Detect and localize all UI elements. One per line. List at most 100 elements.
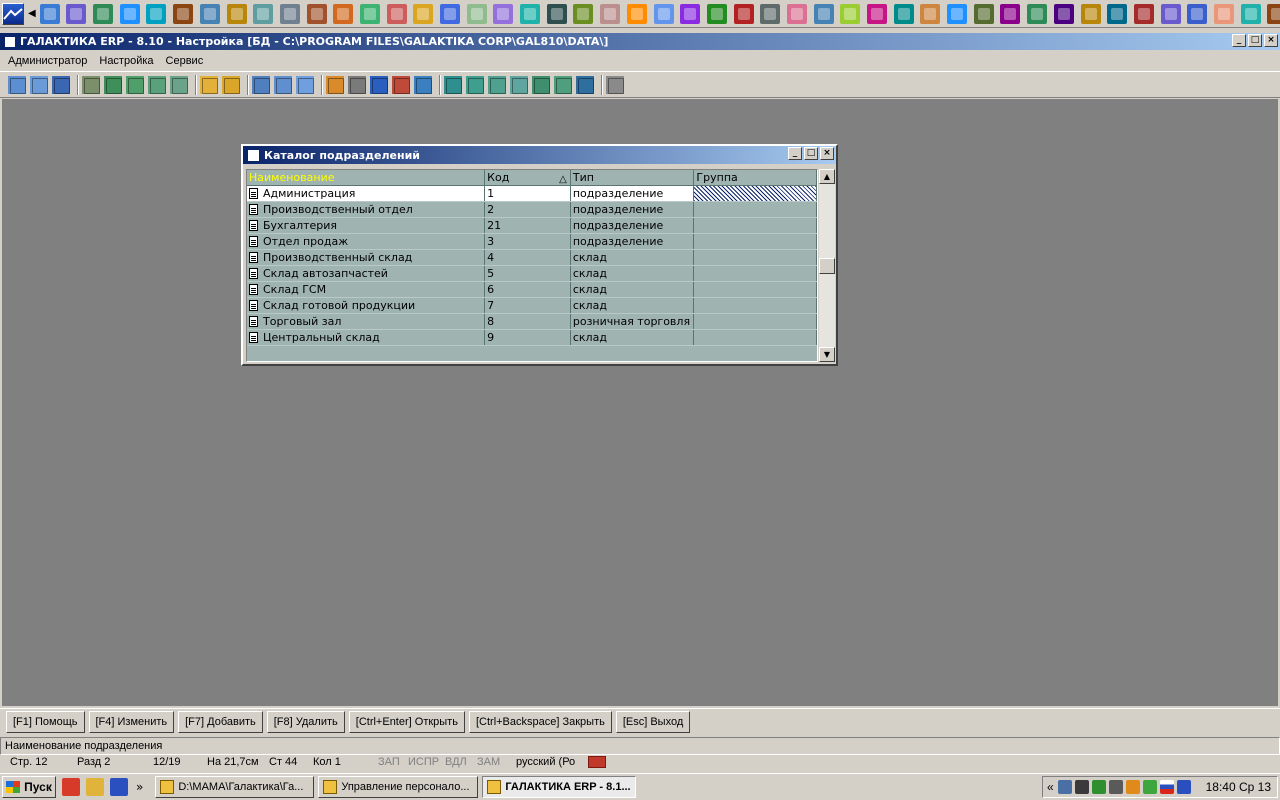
open-button[interactable]: [Ctrl+Enter] Открыть	[348, 711, 465, 733]
scroll-left-arrow-icon[interactable]: ◀	[28, 3, 36, 25]
table-row[interactable]: Центральный склад 9 склад	[247, 330, 817, 346]
quick-launch-app-icon[interactable]	[546, 3, 567, 24]
quick-launch-app-icon[interactable]	[1107, 3, 1128, 24]
quick-launch-app-icon[interactable]	[440, 3, 461, 24]
quick-launch-overflow-icon[interactable]: »	[136, 780, 143, 794]
dialog-maximize-button[interactable]: □	[804, 147, 818, 160]
close-branch-button[interactable]: [Ctrl+Backspace] Закрыть	[468, 711, 612, 733]
table-row[interactable]: Торговый зал 8 розничная торговля	[247, 314, 817, 330]
column-header-type[interactable]: Тип	[571, 170, 695, 185]
tray-network-icon[interactable]	[1057, 780, 1072, 794]
tray-expand-icon[interactable]: «	[1047, 780, 1054, 794]
table-row[interactable]: Отдел продаж 3 подразделение	[247, 234, 817, 250]
table-row[interactable]: Склад ГСМ 6 склад	[247, 282, 817, 298]
quick-launch-app-icon[interactable]	[1160, 3, 1181, 24]
menu-service[interactable]: Сервис	[160, 55, 210, 67]
keys-icon[interactable]	[222, 75, 240, 94]
quick-launch-app-icon[interactable]	[653, 3, 674, 24]
quick-launch-app-icon[interactable]	[386, 3, 407, 24]
dialog-minimize-button[interactable]: _	[788, 147, 802, 160]
tray-monitor-icon[interactable]	[1074, 780, 1089, 794]
quick-launch-save-icon[interactable]	[110, 778, 128, 796]
key-icon[interactable]	[200, 75, 218, 94]
quick-launch-app-icon[interactable]	[1133, 3, 1154, 24]
quick-launch-app-icon[interactable]	[1080, 3, 1101, 24]
database-users-icon[interactable]	[148, 75, 166, 94]
edit-button[interactable]: [F4] Изменить	[88, 711, 175, 733]
quick-launch-app-icon[interactable]	[93, 3, 114, 24]
table-row[interactable]: Бухгалтерия 21 подразделение	[247, 218, 817, 234]
quick-launch-app-icon[interactable]	[706, 3, 727, 24]
quick-launch-app-icon[interactable]	[680, 3, 701, 24]
tree-collapse-icon[interactable]	[510, 75, 528, 94]
menu-administrator[interactable]: Администратор	[2, 55, 93, 67]
quick-launch-app-icon[interactable]	[1187, 3, 1208, 24]
quick-launch-acrobat-icon[interactable]	[62, 778, 80, 796]
hierarchy-icon[interactable]	[326, 75, 344, 94]
quick-launch-app-icon[interactable]	[359, 3, 380, 24]
table-row[interactable]: Производственный отдел 2 подразделение	[247, 202, 817, 218]
clock[interactable]: 18:40 Ср 13	[1206, 780, 1277, 794]
quick-launch-app-icon[interactable]	[520, 3, 541, 24]
report-icon[interactable]	[576, 75, 594, 94]
close-button[interactable]: ×	[1264, 34, 1278, 47]
database-rights-icon[interactable]	[170, 75, 188, 94]
table-row[interactable]: Склад готовой продукции 7 склад	[247, 298, 817, 314]
monitor-icon[interactable]	[414, 75, 432, 94]
exit-button[interactable]: [Esc] Выход	[615, 711, 691, 733]
quick-launch-app-icon[interactable]	[867, 3, 888, 24]
quick-launch-app-icon[interactable]	[813, 3, 834, 24]
quick-launch-app-icon[interactable]	[1267, 3, 1280, 24]
table-row[interactable]: Производственный склад 4 склад	[247, 250, 817, 266]
tray-globe-icon[interactable]	[1142, 780, 1157, 794]
quick-launch-app-icon[interactable]	[146, 3, 167, 24]
list-icon[interactable]	[532, 75, 550, 94]
quick-launch-app-icon[interactable]	[920, 3, 941, 24]
delete-button[interactable]: [F8] Удалить	[266, 711, 345, 733]
quick-launch-app-icon[interactable]	[1027, 3, 1048, 24]
print-icon[interactable]	[606, 75, 624, 94]
start-button[interactable]: Пуск	[2, 776, 56, 798]
list-detail-icon[interactable]	[554, 75, 572, 94]
help-button[interactable]: [F1] Помощь	[6, 711, 85, 733]
windows-cascade-icon[interactable]	[30, 75, 48, 94]
add-button[interactable]: [F7] Добавить	[178, 711, 263, 733]
table-row[interactable]: Администрация 1 подразделение	[247, 186, 817, 202]
scroll-down-icon[interactable]: ▼	[819, 347, 835, 362]
dialog-close-button[interactable]: ×	[820, 147, 834, 160]
quick-launch-app-icon[interactable]	[226, 3, 247, 24]
grid-vertical-scrollbar[interactable]: ▲ ▼	[819, 169, 835, 362]
quick-launch-app-icon[interactable]	[253, 3, 274, 24]
quick-launch-app-icon[interactable]	[1240, 3, 1261, 24]
tools-icon[interactable]	[82, 75, 100, 94]
quick-launch-app-icon[interactable]	[466, 3, 487, 24]
quick-launch-app-icon[interactable]	[840, 3, 861, 24]
exit-icon[interactable]	[392, 75, 410, 94]
tray-antivirus-icon[interactable]	[1091, 780, 1106, 794]
column-header-group[interactable]: Группа	[694, 170, 817, 185]
quick-launch-app-icon[interactable]	[573, 3, 594, 24]
minimize-button[interactable]: _	[1232, 34, 1246, 47]
database-tables-icon[interactable]	[126, 75, 144, 94]
quick-launch-app-icon[interactable]	[1053, 3, 1074, 24]
quick-launch-app-icon[interactable]	[1000, 3, 1021, 24]
quick-launch-app-icon[interactable]	[973, 3, 994, 24]
network-tools-icon[interactable]	[296, 75, 314, 94]
database-icon[interactable]	[104, 75, 122, 94]
quick-launch-app-icon[interactable]	[947, 3, 968, 24]
tree-expand-icon[interactable]	[488, 75, 506, 94]
maximize-button[interactable]: □	[1248, 34, 1262, 47]
tray-update-icon[interactable]	[1125, 780, 1140, 794]
quick-launch-app-icon[interactable]	[39, 3, 60, 24]
help-icon[interactable]	[370, 75, 388, 94]
quick-launch-app-icon[interactable]	[306, 3, 327, 24]
quick-launch-app-icon[interactable]	[1213, 3, 1234, 24]
quick-launch-app-icon[interactable]	[786, 3, 807, 24]
tray-info-icon[interactable]	[1176, 780, 1191, 794]
calculator-icon[interactable]	[348, 75, 366, 94]
task-button[interactable]: D:\МАМА\Галактика\Га...	[155, 776, 315, 798]
quick-launch-tools-icon[interactable]	[86, 778, 104, 796]
column-header-code[interactable]: Код △	[485, 170, 571, 185]
quick-launch-app-icon[interactable]	[119, 3, 140, 24]
column-header-name[interactable]: Наименование	[247, 170, 486, 185]
